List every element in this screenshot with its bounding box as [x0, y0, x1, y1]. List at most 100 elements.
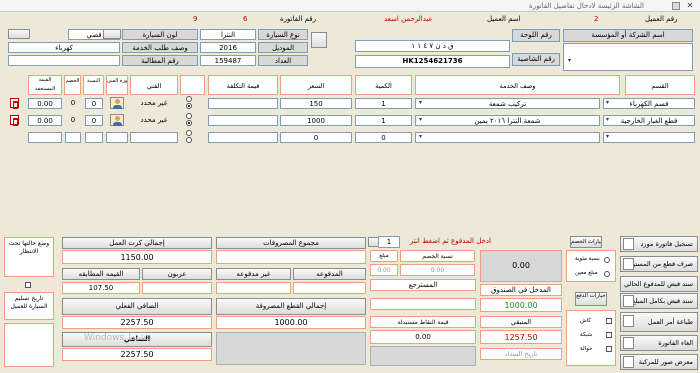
offer-label[interactable]: عربون [142, 268, 212, 280]
print-icon [623, 315, 634, 327]
row-price[interactable]: 150 [280, 98, 352, 109]
row-price[interactable]: 1000 [280, 115, 352, 126]
model-label: الموديل [258, 42, 308, 53]
service-desc-label: وصف طلب الخدمة [122, 42, 198, 53]
row-net [28, 132, 62, 143]
remaining-value: 1257.50 [480, 330, 562, 344]
delete-row-icon[interactable] [10, 98, 19, 109]
cash-checkbox[interactable] [606, 318, 612, 324]
delivery-date-label: تاريخ تسليم السيارة للعميل [4, 292, 54, 320]
transfer-checkbox[interactable] [606, 346, 612, 352]
discount-options-box [566, 250, 616, 282]
row-pct[interactable]: 0 [85, 115, 103, 126]
payment-options-label: خيارات الدفع [575, 292, 607, 306]
calendar-icon[interactable] [311, 32, 327, 48]
car-type-field[interactable]: النترا [200, 29, 256, 40]
delivery-date-field[interactable] [4, 323, 54, 367]
row-dept[interactable]: قطع الغيار الخارجية [603, 115, 695, 126]
plate-field[interactable]: ق د ن ٧ ٤ ١ ١ [355, 40, 510, 52]
delete-row-icon[interactable] [10, 115, 19, 126]
row-dept[interactable] [603, 132, 695, 143]
fund-label: المدخل في الصندوق [480, 284, 562, 296]
row-disc [65, 132, 81, 143]
company-institution-label: اسم الشركة أو المؤسسة [563, 29, 693, 42]
row-service[interactable] [415, 132, 600, 143]
unpaid-label[interactable]: غير مدفوعه [216, 268, 291, 280]
col-tech-pic: صورة الفني [106, 75, 128, 95]
row-cost[interactable] [208, 115, 278, 126]
row-tech[interactable] [130, 132, 178, 143]
row-dept[interactable]: قسم الكهرباء [603, 98, 695, 109]
network-checkbox[interactable] [606, 332, 612, 338]
matching-value-label[interactable]: القيمه المطابقه [62, 268, 140, 280]
invoice-no-label: رقم الفاتورة [280, 15, 316, 23]
meter-field[interactable]: 159487 [200, 55, 256, 66]
company-institution-field[interactable] [563, 43, 693, 71]
amount-option-radio[interactable] [604, 271, 610, 277]
discount-value-1: 0.00 [370, 264, 398, 276]
number-six: 6 [243, 15, 248, 23]
row-radio-2[interactable] [186, 103, 192, 109]
service-dropdown-icon[interactable]: ▾ [416, 133, 425, 142]
car-icon[interactable] [103, 29, 121, 39]
row-radio-1[interactable] [186, 113, 192, 119]
row-qty[interactable]: 1 [355, 115, 412, 126]
row-radio-2[interactable] [186, 137, 192, 143]
receipt-current-button[interactable]: سند قبض للمدفوع الحالي [620, 276, 698, 292]
transfer-option-label: حوالة [580, 346, 593, 352]
row-service[interactable]: تركيب شمعة [415, 98, 600, 109]
col-technician: الفني [130, 75, 178, 95]
customer-no-value: 2 [594, 15, 599, 23]
col-service: وصف الخدمة [415, 75, 620, 95]
row-tech[interactable]: غير محدد [130, 98, 178, 109]
paid-input[interactable]: 1 [378, 236, 400, 248]
row-tech[interactable]: غير محدد [130, 115, 178, 126]
car-color-label: لون السيارة [122, 29, 198, 40]
labor-total-value: 1150.00 [62, 250, 212, 264]
returned-value [370, 298, 476, 310]
pay-date-label: تاريخ السداد [480, 348, 562, 360]
chassis-field[interactable]: HK1254621736 [355, 55, 510, 68]
row-cost[interactable] [208, 132, 278, 143]
service-dropdown-icon[interactable]: ▾ [416, 116, 425, 125]
row-radio-1[interactable] [186, 130, 192, 136]
row-radio-2[interactable] [186, 120, 192, 126]
row-pct[interactable]: 0 [85, 98, 103, 109]
row-tech-pic[interactable] [106, 132, 128, 143]
dept-dropdown-icon[interactable]: ▾ [603, 99, 612, 108]
row-qty[interactable]: 1 [355, 98, 412, 109]
chassis-dropdown-icon[interactable]: ▾ [565, 57, 574, 66]
model-field[interactable]: 2016 [200, 42, 256, 53]
technician-avatar[interactable] [110, 97, 124, 109]
row-service[interactable]: شمعة النترا ٢٠١٦ يمين [415, 115, 600, 126]
meter-label: العداد [258, 55, 308, 66]
net-actual-label: الصافي الفعلي [62, 298, 212, 315]
claim-no-field[interactable] [8, 55, 120, 66]
row-disc: 0 [70, 116, 76, 124]
discount-options-label: خيارات الخصم [570, 236, 602, 248]
net-extra-panel [216, 332, 366, 365]
row-disc: 0 [70, 99, 76, 107]
row-qty[interactable]: 0 [355, 132, 412, 143]
warehouse-icon [623, 258, 634, 270]
waiting-status-checkbox[interactable] [25, 282, 31, 288]
row-price[interactable]: 0 [280, 132, 352, 143]
service-dropdown-icon[interactable]: ▾ [416, 99, 425, 108]
row-cost[interactable] [208, 98, 278, 109]
row-radio-1[interactable] [186, 96, 192, 102]
dept-dropdown-icon[interactable]: ▾ [603, 133, 612, 142]
window-title: الشاشة الرئيسة لادخال تفاصيل الفاتورة [529, 2, 644, 10]
cash-option-label: كاش [580, 318, 592, 324]
technician-avatar[interactable] [110, 114, 124, 126]
dept-dropdown-icon[interactable]: ▾ [603, 116, 612, 125]
row-net: 0.00 [28, 115, 62, 126]
matching-value: 107.50 [62, 282, 140, 294]
row-pct[interactable] [85, 132, 103, 143]
paid-label[interactable]: المدفوعه [293, 268, 366, 280]
network-option-label: شبكة [580, 332, 593, 338]
close-button[interactable]: ✕ [684, 1, 696, 11]
service-desc-field[interactable]: كهرباء [8, 42, 120, 53]
cancel-icon [623, 337, 634, 349]
pct-option-radio[interactable] [604, 257, 610, 263]
car-color-button[interactable] [8, 29, 30, 39]
